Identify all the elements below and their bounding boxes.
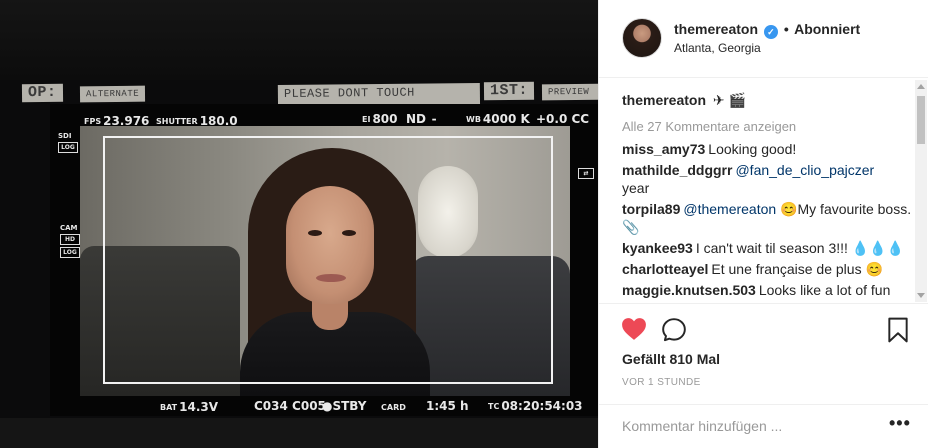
post-photo[interactable]: OP: ALTERNATE PLEASE DONT TOUCH SCREENS … — [0, 0, 598, 448]
comment-text: Looks like a lot of fun — [758, 282, 891, 298]
comment-input[interactable] — [622, 414, 872, 438]
osd-sdi: SDI LOG — [58, 132, 78, 153]
more-options-icon[interactable]: ••• — [889, 413, 911, 434]
view-all-comments-link[interactable]: Alle 27 Kommentare anzeigen — [622, 118, 918, 136]
post-location[interactable]: Atlanta, Georgia — [674, 41, 761, 55]
scroll-down-arrow-icon[interactable] — [917, 293, 925, 298]
comment-text: year — [622, 180, 650, 196]
osd-cc-value: +0.0 CC — [536, 112, 590, 126]
osd-record-icon: ⇄ — [578, 166, 594, 179]
post-timestamp[interactable]: VOR 1 STUNDE — [622, 377, 701, 388]
osd-fps-label: FPS — [84, 117, 102, 126]
osd-sdi-box: LOG — [58, 142, 78, 153]
comment-bubble-icon — [662, 318, 686, 342]
osd-wb: WB 4000 K — [466, 108, 530, 127]
comment-username[interactable]: maggie.knutsen.503 — [622, 282, 756, 298]
tape-label-op: OP: — [21, 83, 63, 103]
post-caption: themereaton ✈ 🎬 — [622, 91, 918, 109]
follow-status-button[interactable]: Abonniert — [794, 21, 860, 37]
osd-clip-value: C034 C005 — [254, 399, 326, 413]
comment-username[interactable]: kyankee93 — [622, 240, 693, 256]
osd-wb-value: 4000 K — [482, 112, 530, 126]
list-item: torpila89 @themereaton 😊My favourite boss… — [622, 200, 918, 236]
comment-text: Et une française de plus 😊 — [711, 261, 883, 277]
osd-time-remaining: 1:45 h — [426, 395, 469, 414]
caption-text: ✈ 🎬 — [712, 92, 746, 108]
comment-button[interactable] — [661, 317, 687, 343]
comment-username[interactable]: charlotteayel — [622, 261, 708, 277]
post-author-username[interactable]: themereaton — [674, 21, 758, 37]
scrollbar-thumb[interactable] — [917, 96, 925, 144]
post-header: themereaton ✓ • Abonniert Atlanta, Georg… — [599, 0, 928, 78]
osd-ei: EI 800 — [362, 108, 398, 127]
osd-wb-label: WB — [466, 115, 481, 124]
avatar[interactable] — [622, 18, 662, 58]
post-author-line: themereaton ✓ • Abonniert — [674, 21, 860, 39]
osd-stby: ●STBY — [322, 395, 366, 414]
tape-label-prev: PREVIEW — [541, 83, 598, 101]
tape-label-alt: ALTERNATE — [79, 85, 146, 103]
osd-cam-label: CAM — [60, 224, 78, 232]
comment-mention[interactable]: @fan_de_clio_pajczer — [735, 162, 874, 178]
osd-cam-box-hd: HD — [60, 234, 80, 245]
comment-text: I can't wait til season 3!!! 💧💧💧 — [695, 240, 905, 256]
osd-cam: CAM HD LOG — [60, 224, 80, 258]
osd-tc-label: TC — [488, 402, 500, 411]
osd-card-label: CARD — [381, 403, 406, 412]
save-button[interactable] — [887, 317, 909, 343]
osd-card: CARD — [381, 396, 408, 415]
osd-ei-value: 800 — [372, 112, 398, 126]
osd-clip: C034 C005 — [254, 395, 326, 414]
verified-badge-icon: ✓ — [763, 25, 778, 39]
caption-username[interactable]: themereaton — [622, 92, 706, 108]
like-count[interactable]: Gefällt 810 Mal — [622, 351, 720, 367]
post-side-panel: themereaton ✓ • Abonniert Atlanta, Georg… — [598, 0, 928, 448]
comment-username[interactable]: torpila89 — [622, 201, 680, 217]
osd-timecode: TC 08:20:54:03 — [488, 395, 583, 414]
osd-stby-value: ●STBY — [322, 399, 367, 413]
osd-battery: BAT 14.3V — [160, 396, 218, 415]
separator-dot: • — [783, 21, 789, 37]
like-button[interactable] — [621, 317, 647, 341]
post-actions: Gefällt 810 Mal VOR 1 STUNDE — [599, 303, 928, 407]
osd-sdi-label: SDI — [58, 132, 72, 140]
comment-username[interactable]: mathilde_ddggrr — [622, 162, 732, 178]
comment-text: Looking good! — [708, 141, 797, 157]
osd-cc: +0.0 CC — [536, 108, 589, 127]
comments-scrollbar[interactable] — [915, 80, 927, 302]
osd-cam-box-log: LOG — [60, 247, 80, 258]
osd-shutter-label: SHUTTER — [156, 117, 198, 126]
comments-list[interactable]: themereaton ✈ 🎬 Alle 27 Kommentare anzei… — [622, 80, 918, 302]
bookmark-icon — [888, 317, 908, 343]
osd-ei-label: EI — [362, 115, 371, 124]
camera-rig-bottom — [0, 418, 598, 448]
osd-time-remaining-value: 1:45 h — [426, 399, 469, 413]
osd-tc-value: 08:20:54:03 — [501, 399, 583, 413]
osd-bat-value: 14.3V — [179, 400, 219, 414]
list-item: kyankee93 I can't wait til season 3!!! 💧💧… — [622, 239, 918, 257]
osd-nd-value: - — [431, 112, 437, 126]
list-item: mathilde_ddggrr @fan_de_clio_pajczer year — [622, 161, 918, 197]
camera-rig-top — [0, 0, 598, 80]
tape-label-first: 1ST: — [483, 81, 535, 101]
add-comment-bar: ••• — [599, 404, 928, 448]
comment-username[interactable]: miss_amy73 — [622, 141, 705, 157]
comment-mention[interactable]: @themereaton — [683, 201, 776, 217]
osd-nd: ND - — [406, 108, 437, 127]
list-item: charlotteayel Et une française de plus 😊 — [622, 260, 918, 278]
list-item: maggie.knutsen.503 Looks like a lot of fu… — [622, 281, 918, 299]
frame-guide — [103, 136, 553, 384]
heart-icon — [622, 318, 646, 340]
osd-nd-label: ND — [406, 112, 427, 126]
osd-bat-label: BAT — [160, 403, 178, 412]
list-item: miss_amy73 Looking good! — [622, 140, 918, 158]
scroll-up-arrow-icon[interactable] — [917, 84, 925, 89]
